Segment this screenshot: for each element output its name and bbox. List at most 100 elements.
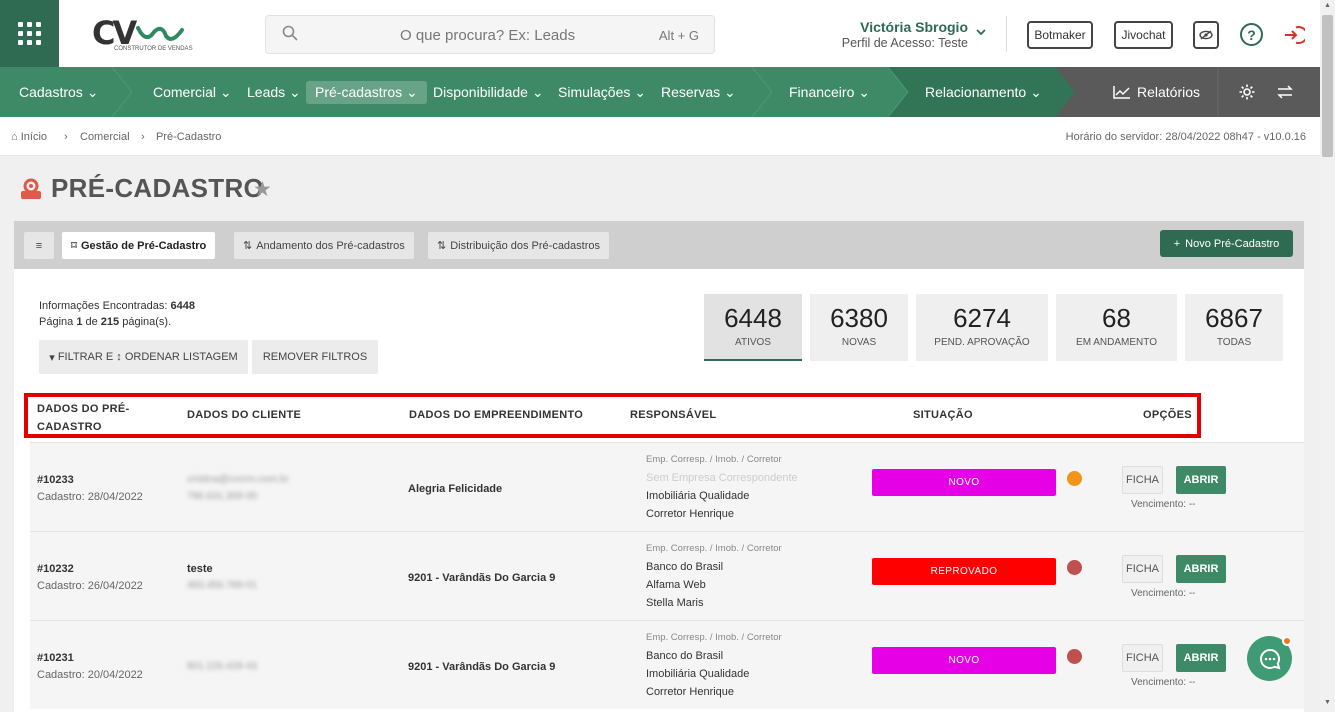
status-badge: NOVO xyxy=(872,469,1056,496)
kpi-pend-aprovacao[interactable]: 6274 PEND. APROVAÇÃO xyxy=(916,294,1048,361)
botmaker-button[interactable]: Botmaker xyxy=(1027,21,1093,49)
nav-pre-cadastros[interactable]: Pré-cadastros ⌄ xyxy=(306,81,427,104)
kpi-novas[interactable]: 6380 NOVAS xyxy=(810,294,908,361)
page-title: PRÉ-CADASTRO xyxy=(51,173,265,203)
grid-icon xyxy=(18,22,41,45)
nav-simulacoes[interactable]: Simulações ⌄ xyxy=(549,81,655,104)
nav-financeiro[interactable]: Financeiro ⌄ xyxy=(780,81,879,104)
chevron-down-icon: ⌄ xyxy=(858,84,870,100)
status-dot xyxy=(1067,649,1082,664)
page-suffix: página(s). xyxy=(119,316,172,328)
chevron-down-icon: ⌄ xyxy=(1030,84,1042,100)
status-badge: NOVO xyxy=(872,647,1056,674)
nav-leads[interactable]: Leads ⌄ xyxy=(238,81,310,104)
responsible-company: Sem Empresa Correspondente xyxy=(646,472,798,484)
abrir-button[interactable]: ABRIR xyxy=(1176,555,1226,583)
eye-off-button[interactable] xyxy=(1193,21,1219,49)
scroll-down-icon[interactable]: ▼ xyxy=(1324,699,1331,706)
tab-gestao[interactable]: ⌑ Gestão de Pré-Cadastro xyxy=(62,232,216,259)
kpi-label: TODAS xyxy=(1216,337,1252,348)
client-doc: 796.631.359-00 xyxy=(187,491,258,502)
kpi-label: ATIVOS xyxy=(735,337,771,348)
chart-line-icon xyxy=(1113,86,1130,99)
nav-relacionamento[interactable]: Relacionamento ⌄ xyxy=(916,81,1051,104)
tab-andamento[interactable]: ⇅ Andamento dos Pré-cadastros xyxy=(234,232,414,259)
nav-disponibilidade-label: Disponibilidade xyxy=(433,84,528,100)
plus-icon: + xyxy=(1173,237,1181,250)
kpi-ativos[interactable]: 6448 ATIVOS xyxy=(704,294,802,361)
sort-icon: ⇅ xyxy=(243,240,253,252)
pagination-info: Página 1 de 215 página(s). xyxy=(39,316,171,328)
kpi-value: 6448 xyxy=(724,303,782,333)
client-doc: 483.456.789-01 xyxy=(187,580,258,591)
breadcrumb-comercial[interactable]: Comercial xyxy=(80,131,130,143)
logout-icon[interactable] xyxy=(1282,23,1305,46)
nav-cadastros-label: Cadastros xyxy=(19,84,83,100)
scroll-up-icon[interactable]: ▲ xyxy=(1324,2,1331,9)
new-pre-cadastro-label: Novo Pré-Cadastro xyxy=(1185,237,1280,250)
user-menu[interactable]: Victória Sbrogio Perfil de Acesso: Teste xyxy=(815,19,968,50)
kpi-em-andamento[interactable]: 68 EM ANDAMENTO xyxy=(1056,294,1177,361)
status-badge: REPROVADO xyxy=(872,558,1056,585)
sort-icon: ⇅ xyxy=(437,240,447,252)
status-dot xyxy=(1067,560,1082,575)
menu-toggle-button[interactable]: ≡ xyxy=(24,232,54,259)
tab-distribuicao[interactable]: ⇅ Distribuição dos Pré-cadastros xyxy=(428,232,610,259)
nav-leads-label: Leads xyxy=(247,84,286,100)
row-id: #10231 xyxy=(37,652,74,664)
scrollbar[interactable]: ▲ ▼ xyxy=(1320,0,1335,712)
top-header: CV CONSTRUTOR DE VENDAS O que procura? E… xyxy=(0,0,1320,67)
row-date: Cadastro: 20/04/2022 xyxy=(37,669,143,681)
breadcrumb-home[interactable]: ⌂ Início xyxy=(11,131,47,143)
nav-reservas[interactable]: Reservas ⌄ xyxy=(652,81,745,104)
responsible-broker: Corretor Henrique xyxy=(646,686,735,698)
abrir-button[interactable]: ABRIR xyxy=(1176,466,1226,494)
remove-filters-button[interactable]: REMOVER FILTROS xyxy=(252,340,378,374)
abrir-button[interactable]: ABRIR xyxy=(1176,644,1226,672)
chevron-down-icon[interactable] xyxy=(976,28,986,40)
swap-icon[interactable] xyxy=(1276,84,1294,105)
ficha-button[interactable]: FICHA xyxy=(1122,466,1163,494)
main-nav: Cadastros ⌄ Comercial ⌄ Leads ⌄ Pré-cada… xyxy=(0,67,1320,117)
filter-order-button[interactable]: ▾ FILTRAR E ↕ ORDENAR LISTAGEM xyxy=(39,340,248,374)
nav-cadastros[interactable]: Cadastros ⌄ xyxy=(10,81,107,104)
scrollbar-thumb[interactable] xyxy=(1322,15,1333,157)
responsible-info: Emp. Corresp. / Imob. / Corretor Banco d… xyxy=(646,629,782,701)
hamburger-icon: ≡ xyxy=(35,239,43,252)
filter-icon: ▾ xyxy=(49,351,55,364)
results-count: Informações Encontradas: 6448 xyxy=(39,300,195,312)
jivochat-button[interactable]: Jivochat xyxy=(1114,21,1173,49)
responsible-realty: Imobiliária Qualidade xyxy=(646,668,750,680)
ficha-button[interactable]: FICHA xyxy=(1122,555,1163,583)
search-shortcut: Alt + G xyxy=(658,28,699,43)
table-row: #10233 Cadastro: 28/04/2022 cristina@cvc… xyxy=(30,442,1304,531)
kpi-value: 6274 xyxy=(953,303,1011,333)
nav-comercial-label: Comercial xyxy=(153,84,217,100)
enterprise-name: 9201 - Varândãs Do Garcia 9 xyxy=(408,661,556,673)
tab-bar: ≡ ⌑ Gestão de Pré-Cadastro ⇅ Andamento dos… xyxy=(14,221,1304,269)
bookmark-icon: ⌑ xyxy=(71,240,77,252)
search-input[interactable]: O que procura? Ex: Leads Alt + G xyxy=(265,15,715,54)
kpi-todas[interactable]: 6867 TODAS xyxy=(1185,294,1283,361)
vencimento: Vencimento: -- xyxy=(1131,677,1196,688)
apps-grid-button[interactable] xyxy=(0,0,59,67)
enterprise-name: 9201 - Varândãs Do Garcia 9 xyxy=(408,572,556,584)
nav-relatorios[interactable]: Relatórios xyxy=(1104,81,1209,103)
nav-disponibilidade[interactable]: Disponibilidade ⌄ xyxy=(424,81,553,104)
nav-comercial[interactable]: Comercial ⌄ xyxy=(144,81,241,104)
logo-wave-icon xyxy=(136,26,184,41)
gear-icon[interactable] xyxy=(1238,83,1256,106)
favorite-star-icon[interactable]: ★ xyxy=(253,177,272,202)
kpi-value: 6380 xyxy=(830,303,888,333)
help-icon[interactable]: ? xyxy=(1240,23,1263,46)
page-total: 215 xyxy=(100,316,120,328)
logo[interactable]: CV CONSTRUTOR DE VENDAS xyxy=(92,14,193,56)
kpi-value: 68 xyxy=(1102,303,1131,333)
breadcrumb-home-label: Início xyxy=(20,131,48,143)
responsible-header: Emp. Corresp. / Imob. / Corretor xyxy=(646,543,782,554)
chevron-down-icon: ⌄ xyxy=(289,84,301,100)
ficha-button[interactable]: FICHA xyxy=(1122,644,1163,672)
search-placeholder: O que procura? Ex: Leads xyxy=(400,27,576,44)
filter-order-label: FILTRAR E ↕ ORDENAR LISTAGEM xyxy=(57,351,238,363)
new-pre-cadastro-button[interactable]: + Novo Pré-Cadastro xyxy=(1160,230,1293,257)
